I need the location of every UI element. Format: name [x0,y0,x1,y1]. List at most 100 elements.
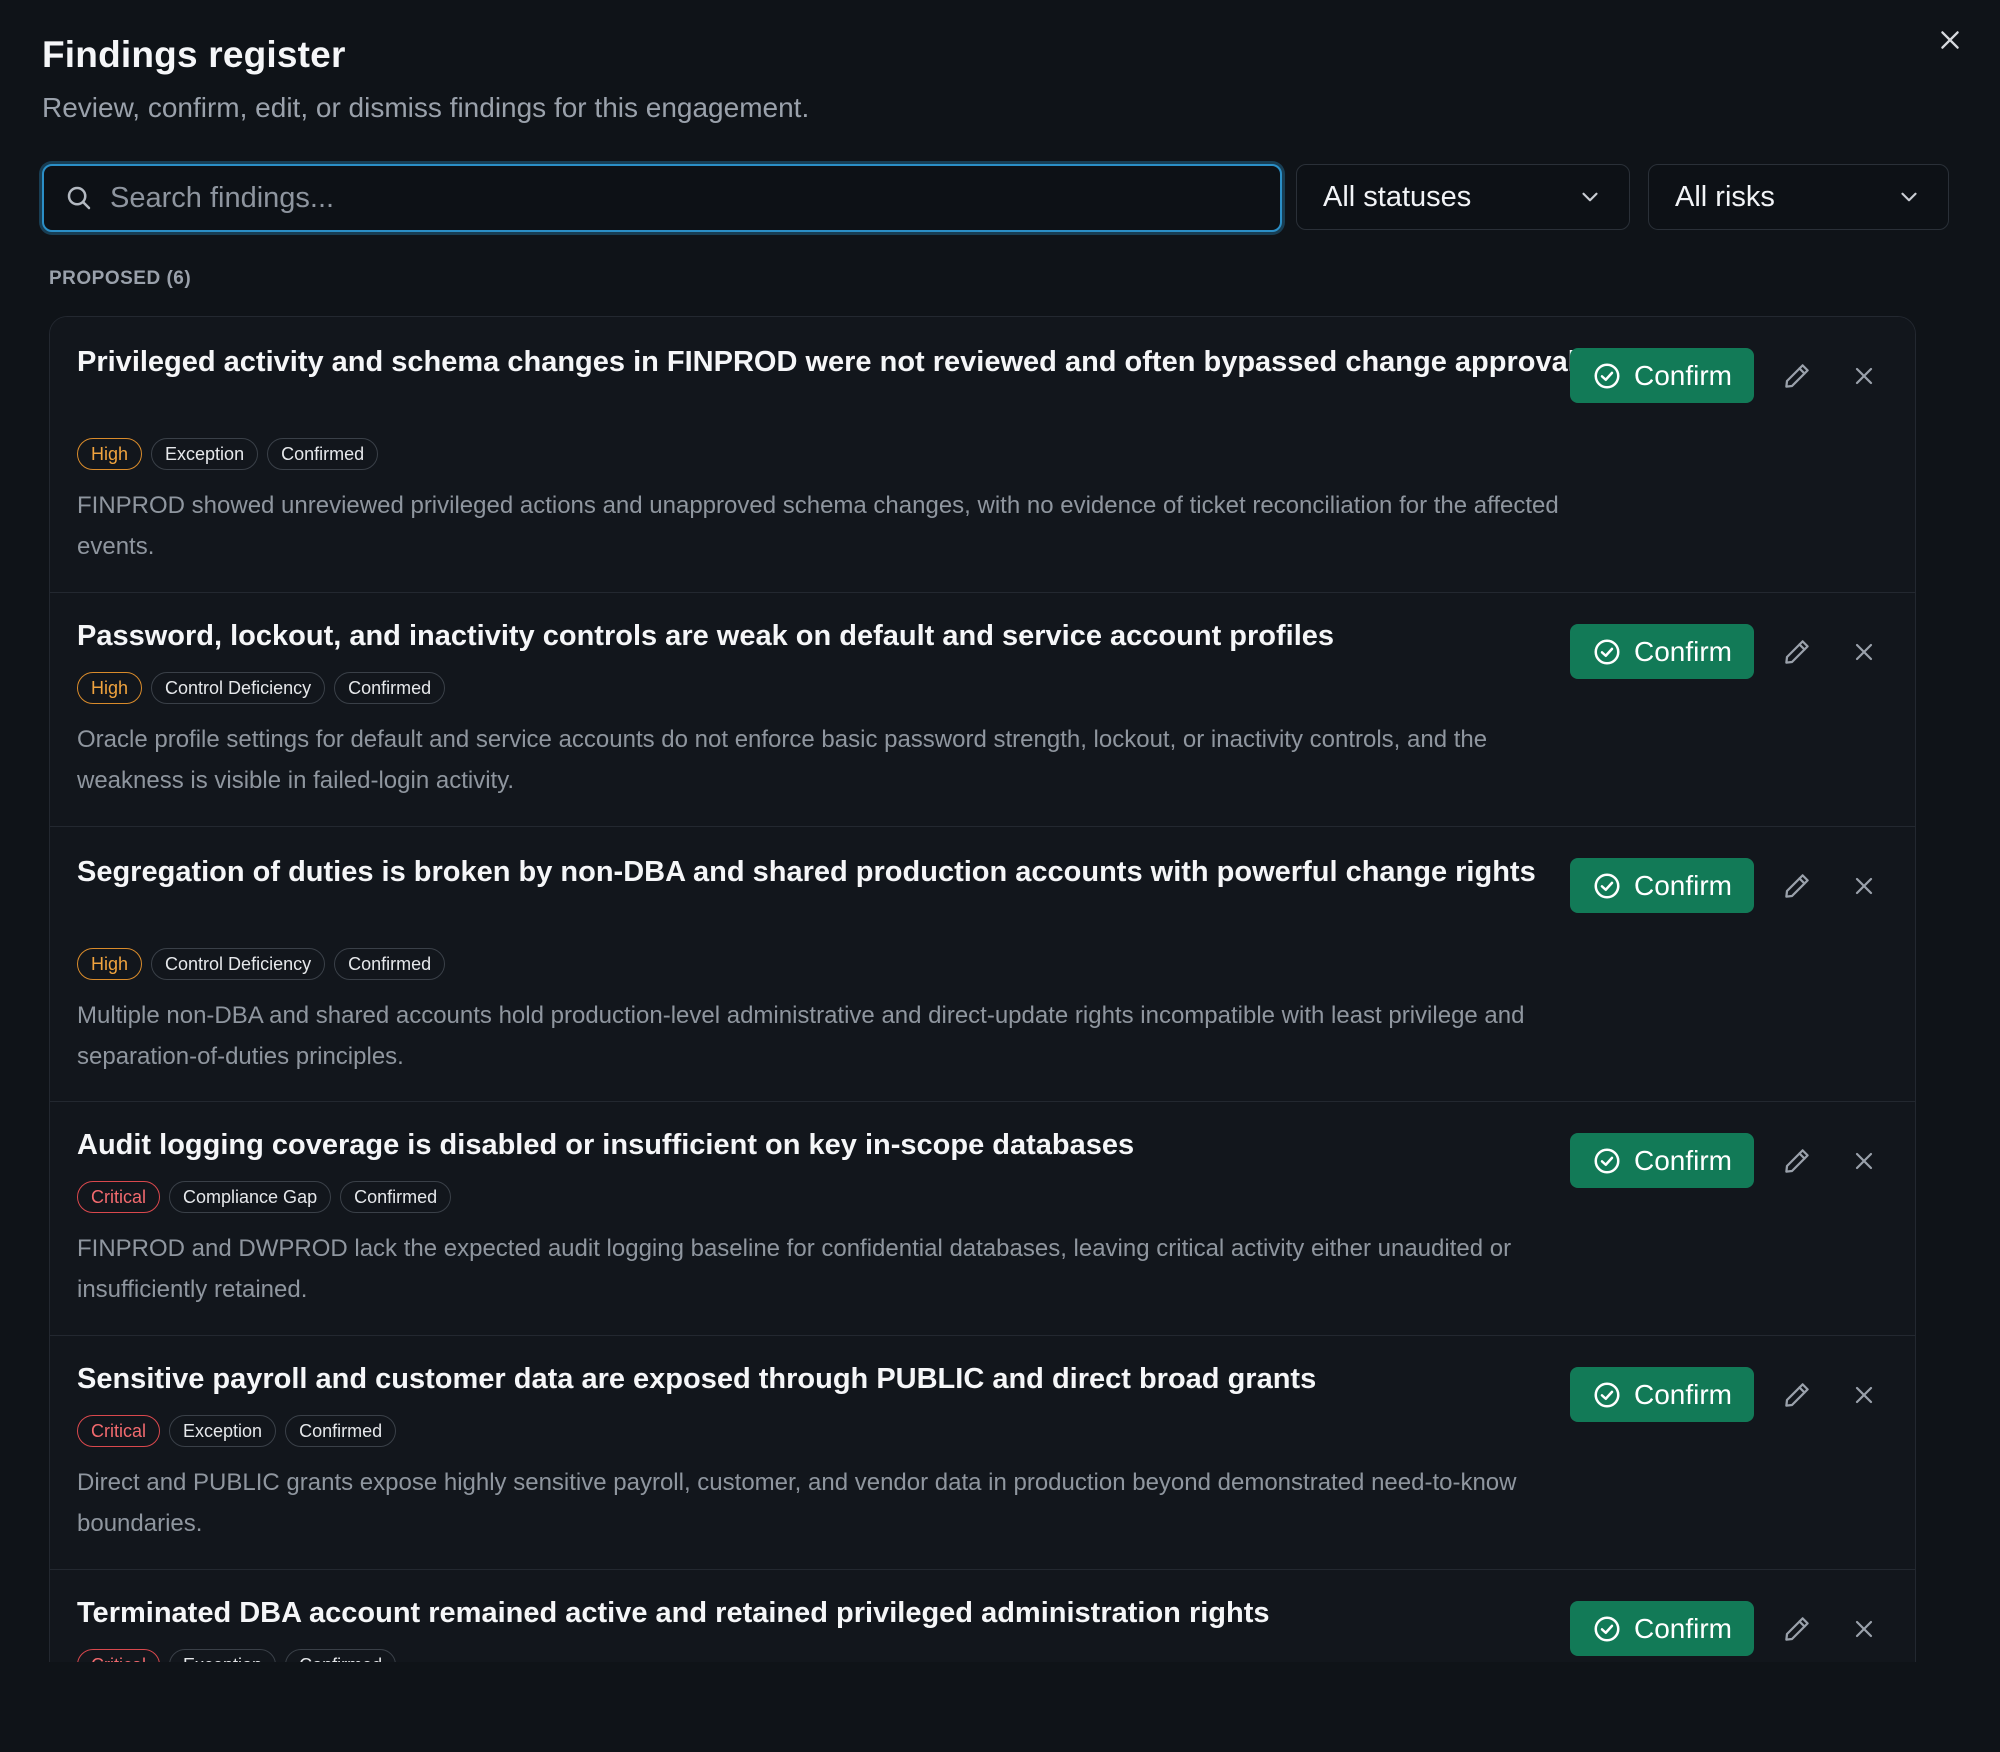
close-modal-button[interactable] [1930,20,1970,60]
risk-badge: Critical [77,1415,161,1447]
pencil-icon [1785,639,1809,664]
pencil-icon [1785,873,1809,898]
confirm-button[interactable]: Confirm [1570,1367,1754,1422]
edit-button[interactable] [1772,861,1822,911]
finding-description: FINPROD showed unreviewed privileged act… [77,492,1559,560]
finding-item[interactable]: Audit logging coverage is disabled or in… [50,1102,1915,1336]
type-badge: Control Deficiency [151,672,326,704]
chevron-down-icon [1901,192,1917,202]
check-circle-icon [1594,1616,1620,1641]
dismiss-button[interactable] [1839,861,1889,911]
search-box[interactable] [42,164,1282,232]
finding-description: FINPROD and DWPROD lack the expected aud… [77,1235,1512,1303]
edit-button[interactable] [1772,1370,1822,1420]
close-icon [1855,877,1873,894]
confirm-label: Confirm [1633,1378,1732,1410]
confirm-label: Confirm [1633,1144,1732,1176]
finding-actions: Confirm [1570,1367,1889,1422]
close-icon [1855,1152,1873,1169]
finding-item[interactable]: Privileged activity and schema changes i… [50,317,1915,593]
risk-badge: Critical [77,1649,161,1662]
finding-title: Password, lockout, and inactivity contro… [77,620,1335,652]
type-badge: Exception [169,1649,277,1662]
finding-actions: Confirm [1570,1601,1889,1656]
close-icon [1855,367,1873,384]
search-input[interactable] [110,168,1280,228]
finding-description: Oracle profile settings for default and … [77,726,1488,794]
finding-tags: Critical Exception Confirmed [77,1649,397,1662]
close-icon [1941,31,1959,49]
confirm-button[interactable]: Confirm [1570,624,1754,679]
finding-tags: High Control Deficiency Confirmed [77,672,446,704]
finding-actions: Confirm [1570,624,1889,679]
edit-button[interactable] [1772,627,1822,677]
close-icon [1855,643,1873,660]
type-badge: Control Deficiency [151,948,326,980]
findings-register-modal: Findings register Review, confirm, edit,… [0,0,2000,1752]
confirm-label: Confirm [1633,869,1732,901]
risk-filter-select[interactable]: All risks [1648,164,1949,230]
pencil-icon [1785,363,1809,388]
page-title: Findings register [42,34,346,75]
confirm-label: Confirm [1633,635,1732,667]
edit-button[interactable] [1772,1136,1822,1186]
type-badge: Compliance Gap [169,1181,332,1213]
pencil-icon [1785,1148,1809,1173]
check-circle-icon [1594,363,1620,388]
confirm-button[interactable]: Confirm [1570,348,1754,403]
finding-item[interactable]: Segregation of duties is broken by non-D… [50,827,1915,1102]
confirm-button[interactable]: Confirm [1570,858,1754,913]
edit-button[interactable] [1772,1604,1822,1654]
confirm-button[interactable]: Confirm [1570,1601,1754,1656]
finding-tags: CriticalExceptionConfirmed [77,1415,397,1447]
status-filter-value: All statuses [1323,180,1472,213]
risk-filter-value: All risks [1675,180,1775,213]
section-label-proposed: PROPOSED (6) [49,268,192,289]
type-badge: Exception [151,438,259,470]
status-badge: Confirmed [340,1181,452,1213]
page-subtitle: Review, confirm, edit, or dismiss findin… [42,92,810,123]
risk-badge: High [77,438,143,470]
confirm-label: Confirm [1633,359,1732,391]
finding-title: Audit logging coverage is disabled or in… [77,1129,1135,1161]
status-badge: Confirmed [285,1649,397,1662]
check-circle-icon [1594,873,1620,898]
dismiss-button[interactable] [1839,351,1889,401]
findings-list[interactable]: Privileged activity and schema changes i… [49,316,1916,1662]
finding-title: Segregation of duties is broken by non-D… [77,856,1536,888]
status-badge: Confirmed [285,1415,397,1447]
dismiss-button[interactable] [1839,1136,1889,1186]
status-badge: Confirmed [334,948,446,980]
check-circle-icon [1594,1148,1620,1173]
finding-description: Multiple non-DBA and shared accounts hol… [77,1002,1525,1070]
close-icon [1855,1620,1873,1637]
check-circle-icon [1594,639,1620,664]
finding-item[interactable]: Sensitive payroll and customer data are … [50,1336,1915,1570]
status-badge: Confirmed [267,438,379,470]
pencil-icon [1785,1382,1809,1407]
search-icon [64,182,96,214]
finding-item[interactable]: Terminated DBA account remained active a… [50,1570,1915,1662]
confirm-button[interactable]: Confirm [1570,1133,1754,1188]
dismiss-button[interactable] [1839,627,1889,677]
finding-tags: Critical Compliance Gap Confirmed [77,1181,452,1213]
pencil-icon [1785,1616,1809,1641]
risk-badge: Critical [77,1181,161,1213]
chevron-down-icon [1582,192,1598,202]
finding-actions: Confirm [1570,348,1889,403]
status-filter-select[interactable]: All statuses [1296,164,1630,230]
close-icon [1855,1386,1873,1403]
finding-item[interactable]: Password, lockout, and inactivity contro… [50,593,1915,827]
edit-button[interactable] [1772,351,1822,401]
finding-description: Direct and PUBLIC grants expose highly s… [77,1469,1517,1537]
status-badge: Confirmed [334,672,446,704]
finding-tags: High Exception Confirmed [77,438,379,470]
dismiss-button[interactable] [1839,1370,1889,1420]
check-circle-icon [1594,1382,1620,1407]
confirm-label: Confirm [1633,1612,1732,1644]
finding-title: Terminated DBA account remained active a… [77,1597,1270,1629]
modal-footer [0,1662,2000,1752]
dismiss-button[interactable] [1839,1604,1889,1654]
finding-title: Sensitive payroll and customer data are … [77,1363,1317,1395]
risk-badge: High [77,672,143,704]
